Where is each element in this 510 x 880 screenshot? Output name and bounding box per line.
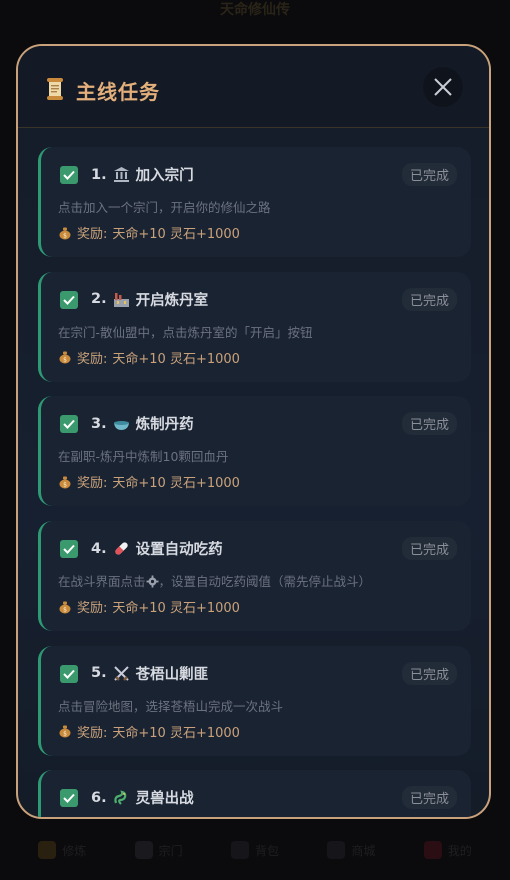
reward-label: 奖励:	[77, 725, 108, 741]
quest-card[interactable]: 2. 开启炼丹室 已完成 在宗门-散仙盟中，点击炼丹室的「开启」按钮 $ 奖励:…	[38, 271, 471, 382]
reward-value: 天命+10 灵石+1000	[112, 227, 240, 242]
quest-description-part: 在战斗界面点击	[58, 574, 146, 590]
quest-description-part: ，设置自动吃药阈值（需先停止战斗）	[158, 574, 372, 590]
reward-value: 天命+10 灵石+1000	[112, 601, 240, 617]
quest-title: 6. 灵兽出战	[91, 787, 194, 808]
quest-card[interactable]: 4. 设置自动吃药 已完成 在战斗界面点击 ，设置自动吃药阈值（需先停止战斗） …	[38, 521, 471, 632]
checkbox-checked-icon	[60, 290, 78, 309]
quest-number: 3.	[91, 415, 107, 432]
modal-header: 主线任务	[18, 46, 489, 128]
svg-text:$: $	[63, 606, 67, 613]
nav-icon	[423, 841, 442, 859]
quest-title: 3. 炼制丹药	[91, 413, 194, 434]
quest-name: 设置自动吃药	[135, 542, 223, 559]
reward-label: 奖励:	[77, 227, 108, 242]
quest-title: 1. 加入宗门	[91, 164, 194, 185]
nav-icon	[327, 841, 346, 859]
status-badge: 已完成	[401, 412, 457, 436]
nav-label: 我的	[447, 843, 472, 858]
checkbox-checked-icon	[60, 540, 78, 559]
quest-title: 2. 开启炼丹室	[91, 289, 208, 310]
quest-name: 开启炼丹室	[135, 292, 209, 309]
quest-card[interactable]: 3. 炼制丹药 已完成 在副职-炼丹中炼制10颗回血丹 $ 奖励: 天命+10 …	[38, 396, 471, 507]
reward-value: 天命+10 灵石+1000	[112, 725, 240, 741]
quest-name: 加入宗门	[135, 168, 194, 184]
quest-description: 点击加入一个宗门，开启你的修仙之路	[58, 200, 271, 215]
nav-icon	[38, 841, 57, 859]
factory-icon	[113, 292, 129, 307]
quest-list[interactable]: 1. 加入宗门 已完成 点击加入一个宗门，开启你的修仙之路 $ 奖励: 天命+1…	[38, 147, 471, 817]
quest-description: 在宗门-散仙盟中，点击炼丹室的「开启」按钮	[58, 324, 313, 340]
close-icon	[434, 78, 452, 96]
svg-text:$: $	[63, 731, 67, 738]
crossed-swords-icon	[113, 666, 129, 681]
quest-description: 在副职-炼丹中炼制10颗回血丹	[58, 449, 229, 465]
svg-text:$: $	[63, 357, 67, 364]
money-bag-icon: $	[59, 227, 71, 239]
checkbox-checked-icon	[60, 664, 78, 683]
money-bag-icon: $	[59, 601, 71, 614]
dragon-icon	[113, 790, 126, 806]
background-nav-item: 我的	[423, 841, 472, 859]
close-button[interactable]	[423, 67, 463, 107]
quest-title: 4. 设置自动吃药	[91, 538, 223, 559]
reward-label: 奖励:	[77, 351, 108, 367]
quest-card[interactable]: 6. 灵兽出战 已完成	[38, 770, 471, 817]
gear-icon	[146, 575, 159, 588]
quest-number: 1.	[91, 166, 107, 183]
reward-label: 奖励:	[77, 601, 108, 617]
reward-label: 奖励:	[77, 476, 108, 492]
money-bag-icon: $	[59, 476, 71, 489]
temple-icon	[113, 167, 129, 182]
bowl-icon	[113, 421, 129, 431]
checkbox-checked-icon	[60, 166, 78, 184]
background-nav-item: 商城	[327, 841, 375, 859]
background-nav-item: 修炼	[38, 841, 86, 859]
status-badge: 已完成	[401, 163, 457, 186]
quest-description: 点击冒险地图，选择苍梧山完成一次战斗	[58, 698, 284, 714]
pill-icon	[114, 542, 128, 555]
nav-label: 修炼	[62, 843, 87, 858]
quest-card[interactable]: 1. 加入宗门 已完成 点击加入一个宗门，开启你的修仙之路 $ 奖励: 天命+1…	[38, 147, 471, 257]
nav-icon	[134, 841, 153, 859]
main-quest-modal: 主线任务 1. 加入宗门 已完成 点击加入一个宗门，开启你的修仙之路 $ 奖励:…	[16, 44, 491, 819]
scroll-icon	[47, 78, 63, 100]
modal-title: 主线任务	[76, 80, 160, 104]
nav-label: 商城	[351, 843, 376, 858]
svg-text:$: $	[63, 232, 67, 239]
quest-name: 苍梧山剿匪	[135, 666, 209, 683]
quest-reward: $ 奖励: 天命+10 灵石+1000	[58, 348, 240, 367]
nav-label: 宗门	[158, 843, 183, 858]
quest-title: 5. 苍梧山剿匪	[91, 663, 208, 684]
checkbox-checked-icon	[60, 789, 78, 808]
reward-value: 天命+10 灵石+1000	[112, 351, 240, 367]
quest-number: 6.	[91, 789, 107, 806]
money-bag-icon: $	[59, 351, 71, 364]
quest-reward: $ 奖励: 天命+10 灵石+1000	[58, 472, 240, 491]
background-app-title: 天命修仙传	[220, 2, 290, 18]
quest-card[interactable]: 5. 苍梧山剿匪 已完成 点击冒险地图，选择苍梧山完成一次战斗 $ 奖励: 天命…	[38, 645, 471, 756]
quest-reward: $ 奖励: 天命+10 灵石+1000	[58, 722, 240, 741]
checkbox-checked-icon	[60, 415, 78, 434]
quest-number: 5.	[91, 665, 107, 682]
background-nav-item: 宗门	[134, 841, 183, 859]
status-badge: 已完成	[401, 287, 457, 311]
quest-description: 在战斗界面点击 ，设置自动吃药阈值（需先停止战斗）	[58, 571, 371, 590]
nav-label: 背包	[254, 843, 279, 858]
status-badge: 已完成	[401, 537, 457, 561]
quest-reward: $ 奖励: 天命+10 灵石+1000	[58, 223, 240, 242]
quest-name: 炼制丹药	[135, 417, 194, 434]
reward-value: 天命+10 灵石+1000	[112, 476, 240, 492]
background-nav-bar: 修炼 宗门 背包 商城 我的	[0, 820, 510, 880]
quest-name: 灵兽出战	[135, 791, 194, 808]
quest-reward: $ 奖励: 天命+10 灵石+1000	[58, 597, 240, 616]
status-badge: 已完成	[401, 661, 457, 685]
status-badge: 已完成	[401, 786, 457, 810]
nav-icon	[230, 841, 249, 859]
svg-text:$: $	[63, 481, 67, 488]
quest-number: 2.	[91, 291, 107, 308]
quest-number: 4.	[91, 540, 107, 557]
background-nav-item: 背包	[230, 841, 279, 859]
money-bag-icon: $	[59, 725, 71, 738]
